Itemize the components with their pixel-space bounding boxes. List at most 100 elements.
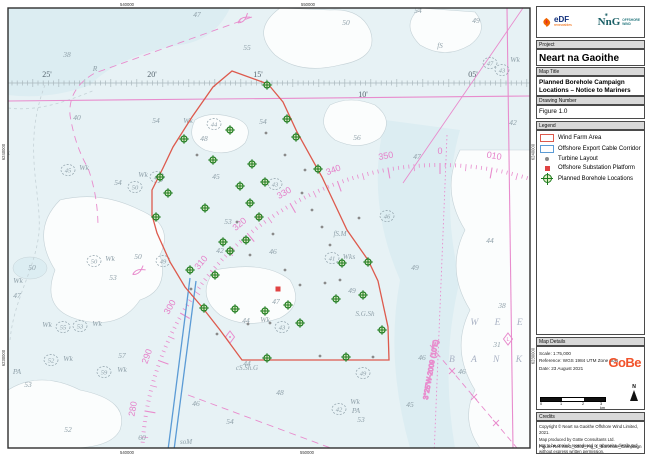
depth-sounding: 53 bbox=[357, 415, 365, 424]
figure-number: Figure 1.0 bbox=[537, 106, 644, 117]
substation-marker bbox=[276, 287, 281, 292]
northing-label: 6230000 bbox=[1, 349, 6, 366]
svg-text:53: 53 bbox=[77, 324, 84, 331]
depth-sounding: 46 bbox=[269, 247, 277, 256]
depth-sounding: 44 bbox=[486, 236, 494, 245]
credits-header: Credits bbox=[536, 412, 645, 421]
northing-label: 6240000 bbox=[1, 143, 6, 160]
depth-sounding: 57 bbox=[118, 351, 126, 360]
depth-sounding: Wk bbox=[350, 397, 360, 406]
longitude-label: 05' bbox=[468, 70, 478, 79]
depth-sounding: 46 bbox=[418, 353, 426, 362]
nng-offshore-wind-label: OFFSHOREWIND bbox=[622, 19, 640, 26]
depth-sounding: 42 bbox=[509, 118, 517, 127]
project-value-box: Neart na Gaoithe bbox=[536, 49, 645, 66]
depth-sounding: Wk bbox=[510, 55, 520, 64]
northing-label: 6240000 bbox=[531, 143, 536, 160]
depth-sounding: 47 bbox=[413, 152, 421, 161]
map-title-box: Planned Borehole Campaign Locations – No… bbox=[536, 76, 645, 96]
turbine-marker bbox=[321, 226, 324, 229]
map-details-box: Scale: 1:75,000 Reference: WGS 1984 UTM … bbox=[536, 346, 645, 410]
map-title-header: Map Title bbox=[536, 67, 645, 76]
svg-text:50: 50 bbox=[132, 185, 139, 192]
svg-text:50: 50 bbox=[91, 259, 98, 266]
map-title-text: Planned Borehole Campaign Locations – No… bbox=[537, 77, 644, 96]
depth-sounding: 53 bbox=[109, 273, 117, 282]
figure-page: { "sidebar": { "logos": {"edf_name":"eDF… bbox=[0, 0, 648, 458]
edf-renewables-label: renewables bbox=[554, 24, 572, 28]
turbine-marker bbox=[196, 154, 199, 157]
depth-sounding: 53 bbox=[24, 380, 32, 389]
depth-sounding: 49 bbox=[472, 16, 480, 25]
depth-sounding: Wks bbox=[343, 252, 356, 261]
bank-name-label: W E E bbox=[470, 318, 529, 328]
depth-sounding: PA bbox=[351, 406, 361, 415]
compass-bearing-label: 0 bbox=[437, 146, 442, 156]
depth-sounding: 54 bbox=[114, 178, 122, 187]
svg-text:46: 46 bbox=[384, 214, 391, 221]
seabed-type-label: fS bbox=[437, 42, 443, 50]
depth-sounding: Wk bbox=[13, 276, 23, 285]
depth-sounding: 38 bbox=[497, 301, 506, 310]
longitude-label: 25' bbox=[42, 70, 52, 79]
northing-label: 6230000 bbox=[531, 347, 536, 364]
svg-text:52: 52 bbox=[48, 358, 55, 365]
edf-flame-icon bbox=[541, 17, 552, 28]
depth-sounding: 54 bbox=[226, 417, 234, 426]
seabed-type-label: fS.M bbox=[333, 230, 347, 238]
svg-text:41: 41 bbox=[329, 256, 336, 263]
easting-label: 550000 bbox=[301, 2, 316, 7]
turbine-marker bbox=[284, 269, 287, 272]
borehole-icon bbox=[543, 174, 552, 183]
depth-sounding: 49 bbox=[411, 263, 419, 272]
depth-sounding: PA bbox=[12, 367, 22, 376]
easting-label: 550000 bbox=[300, 450, 315, 455]
depth-sounding: 48 bbox=[276, 388, 284, 397]
turbine-marker bbox=[311, 209, 314, 212]
turbine-marker bbox=[301, 192, 304, 195]
turbine-marker bbox=[304, 169, 307, 172]
legend-item-substation: Offshore Substation Platform bbox=[540, 165, 641, 171]
legend-box: Wind Farm Area Offshore Export Cable Cor… bbox=[536, 130, 645, 335]
turbine-marker bbox=[216, 333, 219, 336]
depth-sounding: 47 bbox=[13, 291, 21, 300]
nautical-chart-map: 25'20'15'10'05'3°25'W-2009 (10'E)L280290… bbox=[0, 0, 536, 458]
legend-item-borehole: Planned Borehole Locations bbox=[540, 174, 641, 183]
legend-header: Legend bbox=[536, 121, 645, 130]
bank-name-label: B A N K bbox=[449, 355, 529, 365]
turbine-marker bbox=[339, 279, 342, 282]
turbine-marker bbox=[358, 217, 361, 220]
project-header: Project bbox=[536, 40, 645, 49]
credits-box: Copyright © Neart na Gaoithe Offshore Wi… bbox=[536, 421, 645, 454]
svg-text:L: L bbox=[506, 337, 509, 343]
credit-line: Copyright © Neart na Gaoithe Offshore Wi… bbox=[539, 424, 642, 437]
substation-icon bbox=[545, 166, 550, 171]
easting-label: 540000 bbox=[120, 2, 135, 7]
drawing-number-header: Drawing Number bbox=[536, 96, 645, 105]
longitude-label: 20' bbox=[147, 70, 157, 79]
depth-sounding: 50 bbox=[28, 263, 36, 272]
legend-item-wind-farm-area: Wind Farm Area bbox=[540, 134, 641, 142]
depth-sounding: 45 bbox=[406, 400, 414, 409]
nng-offshore-wind-logo: NnG✳ OFFSHOREWIND bbox=[598, 16, 640, 28]
svg-text:43: 43 bbox=[279, 325, 286, 332]
depth-sounding: 50 bbox=[134, 252, 142, 261]
drawing-number-box: Figure 1.0 bbox=[536, 105, 645, 119]
depth-sounding: 49 bbox=[348, 286, 356, 295]
wind-farm-area-icon bbox=[540, 134, 554, 142]
depth-sounding: 38 bbox=[62, 50, 71, 59]
longitude-label: 15' bbox=[253, 70, 263, 79]
turbine-marker bbox=[324, 282, 327, 285]
depth-sounding: 47 bbox=[193, 10, 201, 19]
depth-sounding: 42 bbox=[216, 246, 224, 255]
nng-turbine-icon: ✳ bbox=[605, 12, 608, 17]
depth-sounding: Wk bbox=[79, 163, 89, 172]
turbine-marker bbox=[372, 356, 375, 359]
seabed-type-label: cS.Sh.G bbox=[236, 364, 258, 372]
depth-sounding: Wk bbox=[138, 170, 148, 179]
seabed-type-label: soM bbox=[180, 438, 193, 446]
scale-bar: 0 1 2 3 km bbox=[540, 397, 606, 408]
depth-sounding: 40 bbox=[73, 113, 81, 122]
svg-text:44: 44 bbox=[211, 122, 218, 129]
svg-text:43: 43 bbox=[499, 68, 506, 75]
